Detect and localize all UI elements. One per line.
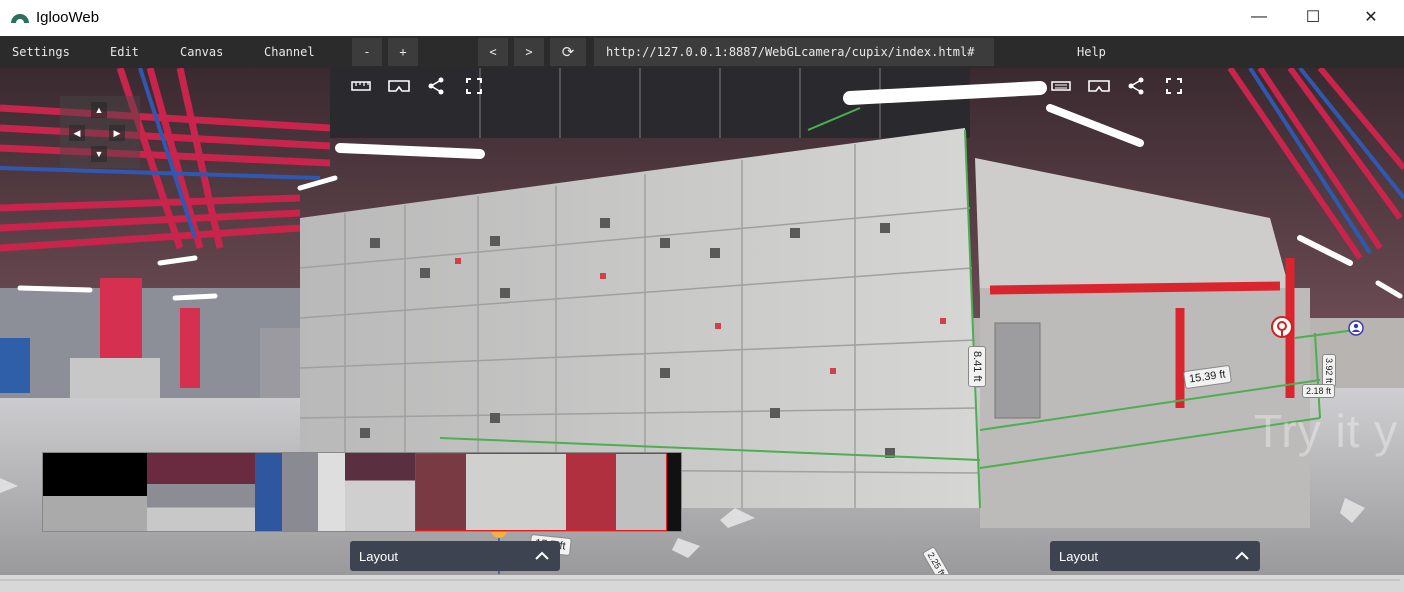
zoom-out-button[interactable]: - <box>352 38 382 66</box>
vr-goggles-icon[interactable] <box>388 75 410 97</box>
igloo-app-icon <box>11 14 29 23</box>
title-bar: IglooWeb — ☐ ✕ <box>0 0 1404 36</box>
thumbnail-scene[interactable] <box>255 453 345 531</box>
measurement-label[interactable]: 3.92 ft <box>1322 354 1336 388</box>
share-icon[interactable] <box>1125 75 1147 97</box>
horizontal-scrollbar[interactable] <box>0 574 1404 592</box>
nav-down-button[interactable]: ▼ <box>91 146 107 162</box>
nav-up-button[interactable]: ▲ <box>91 102 107 118</box>
menu-settings[interactable]: Settings <box>12 45 70 59</box>
person-marker-icon[interactable] <box>1348 320 1364 336</box>
menu-channel[interactable]: Channel <box>264 45 315 59</box>
share-icon[interactable] <box>425 75 447 97</box>
thumbnail-scene[interactable] <box>147 453 255 531</box>
panorama-viewer[interactable]: ▲ ◀ ▶ ▼ 8.41 ft 15.39 ft 3.92 ft 2.18 ft… <box>0 68 1404 574</box>
fullscreen-icon[interactable] <box>463 75 485 97</box>
menu-help[interactable]: Help <box>1077 45 1106 59</box>
back-button[interactable]: < <box>478 38 508 66</box>
chevron-up-icon <box>535 551 549 560</box>
zoom-in-button[interactable]: + <box>388 38 418 66</box>
nav-left-button[interactable]: ◀ <box>69 125 85 141</box>
scrollbar-track <box>0 579 1400 581</box>
url-field[interactable]: http://127.0.0.1:8887/WebGLcamera/cupix/… <box>594 38 994 66</box>
layout-label: Layout <box>359 548 399 564</box>
layout-panel-toggle[interactable]: Layout <box>1050 541 1260 571</box>
ruler-icon[interactable] <box>350 75 372 97</box>
menu-canvas[interactable]: Canvas <box>180 45 223 59</box>
keyboard-icon[interactable] <box>1050 75 1072 97</box>
layout-label: Layout <box>1059 548 1099 564</box>
vr-goggles-icon[interactable] <box>1088 75 1110 97</box>
layout-panel-toggle[interactable]: Layout <box>350 541 560 571</box>
thumbnail-overview[interactable] <box>43 453 147 531</box>
minimize-button[interactable]: — <box>1230 0 1288 34</box>
window-title: IglooWeb <box>36 9 100 26</box>
thumbnail-strip[interactable] <box>42 452 682 532</box>
location-pin-icon[interactable] <box>1270 316 1294 344</box>
reload-icon: ⟳ <box>561 43 575 61</box>
navigation-pad: ▲ ◀ ▶ ▼ <box>60 96 140 168</box>
menu-edit[interactable]: Edit <box>110 45 139 59</box>
menu-bar: Settings Edit Canvas Channel - + < > ⟳ h… <box>0 36 1404 68</box>
thumbnail-scene-selected[interactable] <box>415 453 667 531</box>
forward-button[interactable]: > <box>514 38 544 66</box>
chevron-up-icon <box>1235 551 1249 560</box>
nav-right-button[interactable]: ▶ <box>109 125 125 141</box>
watermark-text: Try it y <box>1254 405 1399 457</box>
measurement-label[interactable]: 8.41 ft <box>968 346 986 387</box>
measurement-label[interactable]: 2.18 ft <box>1302 384 1336 398</box>
maximize-button[interactable]: ☐ <box>1284 0 1342 34</box>
fullscreen-icon[interactable] <box>1163 75 1185 97</box>
close-button[interactable]: ✕ <box>1342 0 1400 34</box>
reload-button[interactable]: ⟳ <box>550 38 586 66</box>
thumbnail-scene[interactable] <box>345 453 415 531</box>
